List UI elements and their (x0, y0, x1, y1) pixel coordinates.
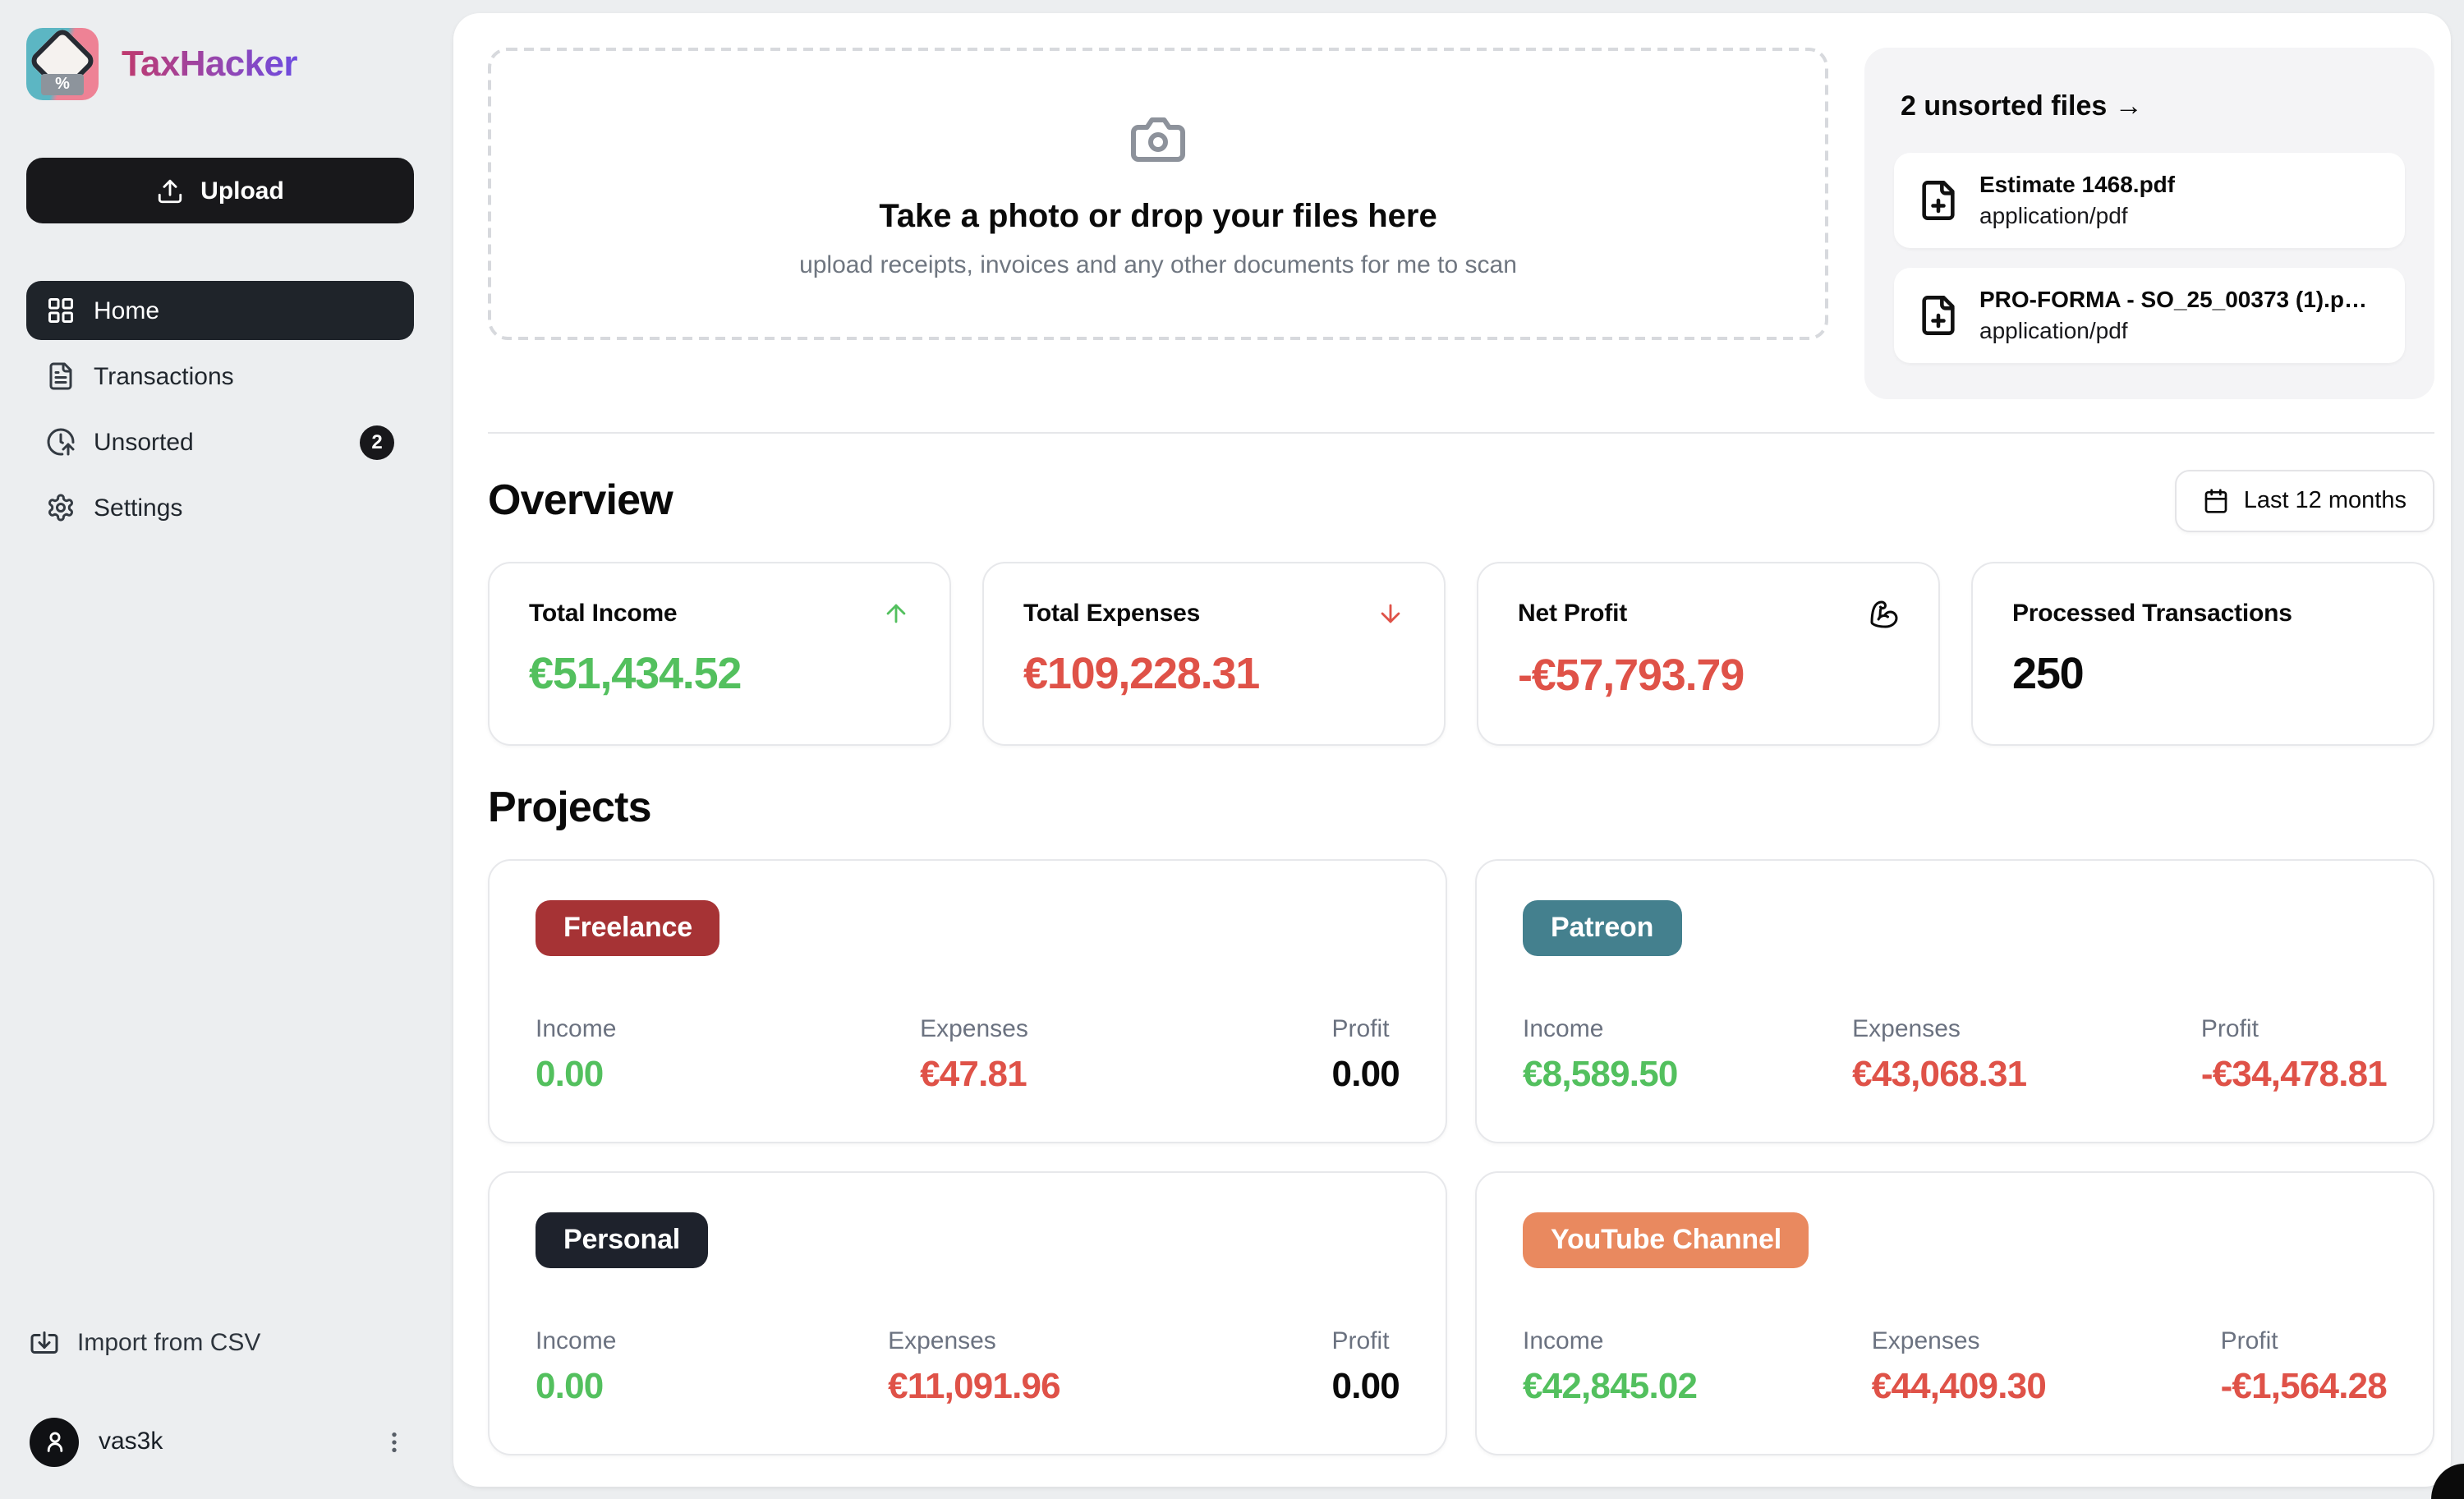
stat-value: €51,434.52 (529, 648, 742, 698)
project-stat-expenses: Expenses €47.81 (920, 1014, 1028, 1094)
project-stats: Income €42,845.02 Expenses €44,409.30 Pr… (1523, 1327, 2388, 1407)
file-mime: application/pdf (1979, 201, 2128, 228)
stat-value: €109,228.31 (1023, 648, 1260, 698)
file-name: PRO-FORMA - SO_25_00373 (1).p… (1979, 285, 2367, 312)
stat-card-processed-transactions: Processed Transactions 250 (1971, 561, 2434, 746)
sidebar-item-label: Settings (94, 494, 183, 522)
layout-grid-icon (46, 296, 76, 325)
stat-card-total-income: Total Income €51,434.52 (488, 561, 951, 746)
user-name: vas3k (99, 1428, 163, 1455)
user-row[interactable]: vas3k (26, 1417, 414, 1466)
stat-label: Total Expenses (1023, 599, 1201, 628)
upload-button[interactable]: Upload (26, 158, 414, 223)
project-stat-expenses: Expenses €43,068.31 (1852, 1014, 2027, 1094)
sidebar-item-label: Transactions (94, 362, 234, 390)
upload-icon (156, 177, 184, 205)
project-stats: Income €8,589.50 Expenses €43,068.31 Pro… (1523, 1014, 2388, 1095)
file-meta: Estimate 1468.pdf application/pdf (1979, 169, 2175, 232)
stat-value: -€57,793.79 (1518, 650, 1745, 700)
arrow-down-icon (1377, 599, 1404, 627)
project-badge: Personal (536, 1212, 709, 1268)
stat-card-total-expenses: Total Expenses €109,228.31 (982, 561, 1446, 746)
ellipsis-vertical-icon (392, 1432, 397, 1451)
main-content: Take a photo or drop your files here upl… (453, 13, 2451, 1486)
sidebar-item-unsorted[interactable]: Unsorted 2 (26, 412, 414, 471)
sidebar-item-label: Unsorted (94, 428, 194, 456)
file-meta: PRO-FORMA - SO_25_00373 (1).p… applicati… (1979, 284, 2367, 347)
calendar-icon (2203, 487, 2229, 513)
project-stat-income: Income 0.00 (536, 1327, 617, 1406)
top-row: Take a photo or drop your files here upl… (488, 48, 2434, 399)
project-stats: Income 0.00 Expenses €11,091.96 Profit 0… (536, 1327, 1400, 1407)
overview-title: Overview (488, 475, 673, 525)
biceps-flexed-icon (1869, 599, 1899, 628)
import-label: Import from CSV (77, 1329, 261, 1357)
import-from-csv-button[interactable]: Import from CSV (26, 1328, 414, 1358)
file-mime: application/pdf (1979, 316, 2128, 343)
sidebar-item-home[interactable]: Home (26, 281, 414, 340)
projects-title: Projects (488, 781, 652, 831)
period-label: Last 12 months (2243, 487, 2407, 514)
arrow-up-icon (882, 599, 910, 627)
sidebar: % TaxHacker Upload Home Transactions Uns… (0, 0, 440, 1499)
stat-label: Total Income (529, 599, 678, 628)
overview-stats: Total Income €51,434.52 Total Expenses €… (488, 561, 2434, 746)
project-card-freelance[interactable]: Freelance Income 0.00 Expenses €47.81 Pr… (488, 858, 1447, 1143)
project-stat-income: Income 0.00 (536, 1014, 617, 1094)
file-text-icon (46, 361, 76, 391)
clock-arrow-up-icon (46, 427, 76, 457)
project-stat-profit: Profit -€1,564.28 (2220, 1327, 2388, 1406)
app-logo: % (26, 28, 99, 100)
dropzone-title: Take a photo or drop your files here (879, 198, 1437, 234)
period-selector-button[interactable]: Last 12 months (2174, 469, 2434, 532)
file-plus-icon (1917, 179, 1960, 222)
app-title: TaxHacker (122, 43, 298, 84)
stat-label: Net Profit (1518, 599, 1628, 628)
project-badge: Freelance (536, 899, 720, 956)
project-card-patreon[interactable]: Patreon Income €8,589.50 Expenses €43,06… (1475, 858, 2434, 1143)
avatar (30, 1417, 79, 1466)
project-stat-profit: Profit -€34,478.81 (2200, 1014, 2388, 1094)
unsorted-file-card[interactable]: PRO-FORMA - SO_25_00373 (1).p… applicati… (1894, 267, 2405, 363)
overview-header: Overview Last 12 months (488, 469, 2434, 532)
import-icon (30, 1328, 59, 1358)
upload-button-label: Upload (200, 177, 284, 205)
sidebar-bottom: Import from CSV vas3k (26, 1328, 414, 1466)
stat-label: Processed Transactions (2012, 599, 2292, 628)
dropzone-subtitle: upload receipts, invoices and any other … (799, 251, 1517, 278)
unsorted-file-card[interactable]: Estimate 1468.pdf application/pdf (1894, 153, 2405, 248)
project-stat-expenses: Expenses €44,409.30 (1871, 1327, 2047, 1406)
project-stat-expenses: Expenses €11,091.96 (888, 1327, 1061, 1406)
project-stat-income: Income €42,845.02 (1523, 1327, 1698, 1406)
section-divider (488, 431, 2434, 434)
sidebar-item-settings[interactable]: Settings (26, 478, 414, 537)
unsorted-files-link[interactable]: 2 unsorted files → (1901, 90, 2405, 123)
project-badge: YouTube Channel (1523, 1212, 1809, 1268)
project-badge: Patreon (1523, 899, 1682, 956)
project-stats: Income 0.00 Expenses €47.81 Profit 0.00 (536, 1014, 1400, 1095)
user-menu-button[interactable] (378, 1425, 411, 1458)
sidebar-nav: Home Transactions Unsorted 2 Settings (26, 281, 414, 537)
sidebar-item-transactions[interactable]: Transactions (26, 347, 414, 406)
stat-card-net-profit: Net Profit -€57,793.79 (1477, 561, 1940, 746)
file-plus-icon (1917, 293, 1960, 336)
projects-grid: Freelance Income 0.00 Expenses €47.81 Pr… (488, 858, 2434, 1455)
unsorted-files-panel: 2 unsorted files → Estimate 1468.pdf app… (1864, 48, 2434, 399)
stat-value: 250 (2012, 648, 2085, 698)
file-dropzone[interactable]: Take a photo or drop your files here upl… (488, 48, 1828, 340)
sidebar-item-label: Home (94, 297, 160, 324)
logo-laptop: % (41, 74, 84, 95)
file-name: Estimate 1468.pdf (1979, 171, 2176, 197)
unsorted-count-badge: 2 (360, 425, 394, 459)
project-stat-income: Income €8,589.50 (1523, 1014, 1678, 1094)
project-stat-profit: Profit 0.00 (1331, 1327, 1400, 1406)
camera-icon (1129, 109, 1188, 168)
app-window: % TaxHacker Upload Home Transactions Uns… (0, 0, 2464, 1499)
project-card-youtube-channel[interactable]: YouTube Channel Income €42,845.02 Expens… (1475, 1170, 2434, 1455)
logo-row: % TaxHacker (26, 28, 414, 100)
project-card-personal[interactable]: Personal Income 0.00 Expenses €11,091.96… (488, 1170, 1447, 1455)
project-stat-profit: Profit 0.00 (1331, 1014, 1400, 1094)
gear-icon (46, 493, 76, 522)
